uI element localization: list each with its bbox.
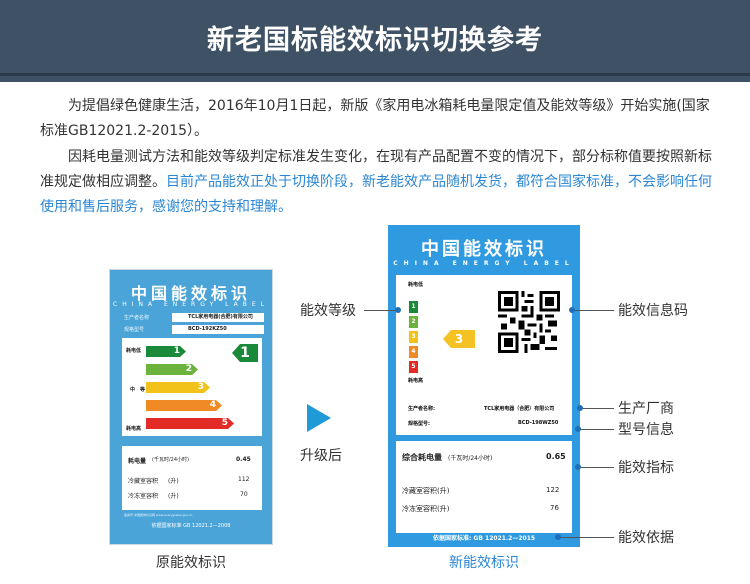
- new-manufacturer-val: TCL家用电器（合肥）有限公司: [484, 406, 555, 412]
- old-grade-bar-5: 5: [146, 418, 234, 429]
- callout-basis-line: [558, 537, 614, 538]
- new-label-caption: 新能效标识: [449, 555, 519, 571]
- explanation-paragraph: 因耗电量测试方法和能效等级判定标准发生变化，在现有产品配置不变的情况下，部分标称…: [40, 145, 712, 220]
- new-current-grade: 3: [443, 330, 475, 348]
- new-metric-box: 综合耗电量 (千瓦时/24小时) 0.65 冷藏室容积(升) 122 冷冻室容积…: [396, 441, 572, 533]
- old-energy-label: 中国能效标识 CHINA ENERGY LABEL 生产者名称 TCL家用电器(…: [109, 269, 273, 545]
- intro-paragraph: 为提倡绿色健康生活，2016年10月1日起，新版《家用电冰箱耗电量限定值及能效等…: [40, 94, 712, 144]
- callout-metrics-line: [578, 467, 614, 468]
- old-grade-box: 耗电低 中 等 耗电高 1 2 3 4 5 1: [122, 338, 262, 436]
- new-grade-seg-2: 2: [409, 316, 418, 328]
- new-model-key: 规格型号:: [408, 421, 430, 427]
- new-model-val: BCD-198WZ50: [518, 420, 559, 426]
- old-manufacturer-key: 生产者名称: [124, 315, 150, 321]
- new-label-subtitle: CHINA ENERGY LABEL: [393, 260, 575, 267]
- old-manufacturer-val: TCL家用电器(合肥)有限公司: [172, 313, 264, 322]
- intro-text: 为提倡绿色健康生活，2016年10月1日起，新版《家用电冰箱耗电量限定值及能效等…: [40, 98, 710, 139]
- upgrade-label: 升级后: [300, 448, 342, 464]
- old-fridge-unit: (升): [168, 478, 179, 485]
- old-low-label: 耗电低: [126, 348, 142, 354]
- callout-manufacturer-dot: [577, 405, 583, 411]
- callout-qr-dot: [569, 307, 575, 313]
- old-freezer-val: 70: [240, 491, 248, 498]
- old-mid-label: 中 等: [130, 387, 146, 393]
- old-label-caption: 原能效标识: [156, 555, 226, 571]
- old-freezer-unit: (升): [168, 493, 179, 500]
- old-metric-box: 耗电量 (千瓦时/24小时) 0.45 冷藏室容积 (升) 112 冷冻室容积 …: [122, 446, 262, 510]
- new-consumption-label: 综合耗电量: [402, 453, 442, 462]
- callout-qr-line: [572, 310, 614, 311]
- old-grade-bar-1: 1: [146, 346, 186, 357]
- old-label-footer: 依据国家标准 GB 12021.2—2008: [151, 523, 231, 529]
- old-consumption-val: 0.45: [236, 456, 251, 463]
- new-label-title: 中国能效标识: [421, 239, 547, 260]
- callout-metrics-dot: [575, 464, 581, 470]
- new-grade-seg-3: 3: [409, 331, 418, 343]
- old-small-text: 备案号 中国能效标识网 www.energylabel.gov.cn: [124, 513, 193, 517]
- new-high-label: 耗电高: [408, 378, 424, 384]
- callout-grade: 能效等级: [300, 303, 356, 319]
- old-grade-bar-4: 4: [146, 400, 222, 411]
- qr-code-icon: [498, 291, 560, 353]
- old-fridge-label: 冷藏室容积: [128, 478, 159, 485]
- callout-grade-dot: [395, 307, 401, 313]
- old-current-grade: 1: [232, 344, 258, 362]
- header-banner: 新老国标能效标识切换参考: [0, 0, 750, 82]
- new-top-box: 耗电低 1 2 3 4 5 耗电高 3 生产者名称: TCL家用电器（合肥）有限…: [396, 275, 572, 435]
- callout-model-dot: [575, 426, 581, 432]
- new-fridge-label: 冷藏室容积(升): [402, 487, 450, 495]
- callout-model-line: [578, 429, 614, 430]
- callout-manufacturer: 生产厂商: [618, 401, 674, 417]
- old-consumption-label: 耗电量: [128, 458, 147, 465]
- new-grade-seg-5: 5: [409, 361, 418, 373]
- callout-grade-line: [364, 310, 398, 311]
- old-freezer-label: 冷冻室容积: [128, 493, 159, 500]
- callout-qr: 能效信息码: [618, 303, 688, 319]
- new-consumption-unit: (千瓦时/24小时): [448, 455, 493, 462]
- old-grade-bar-2: 2: [146, 364, 198, 375]
- callout-basis-dot: [555, 534, 561, 540]
- callout-basis: 能效依据: [618, 530, 674, 546]
- new-freezer-label: 冷冻室容积(升): [402, 505, 450, 513]
- new-consumption-val: 0.65: [546, 452, 566, 461]
- arrow-right-icon: [307, 404, 331, 432]
- old-model-key: 规格型号: [124, 327, 145, 333]
- callout-model: 型号信息: [618, 422, 674, 438]
- new-fridge-val: 122: [546, 486, 560, 494]
- old-grade-bar-3: 3: [146, 382, 210, 393]
- old-fridge-val: 112: [238, 476, 250, 483]
- banner-stripe: [0, 73, 750, 76]
- page-title: 新老国标能效标识切换参考: [207, 25, 543, 56]
- callout-manufacturer-line: [580, 408, 614, 409]
- old-consumption-unit: (千瓦时/24小时): [152, 457, 189, 463]
- new-label-footer: 依据国家标准: GB 12021.2—2015: [432, 535, 536, 542]
- new-energy-label: 中国能效标识 CHINA ENERGY LABEL 耗电低 1 2 3 4 5 …: [388, 225, 580, 547]
- new-manufacturer-key: 生产者名称:: [408, 406, 436, 412]
- new-low-label: 耗电低: [408, 282, 424, 288]
- old-high-label: 耗电高: [126, 426, 142, 432]
- new-freezer-val: 76: [550, 504, 559, 512]
- old-label-subtitle: CHINA ENERGY LABEL: [113, 301, 269, 308]
- old-model-val: BCD-192KZ50: [172, 325, 264, 334]
- new-grade-seg-4: 4: [409, 346, 418, 358]
- new-grade-seg-1: 1: [409, 301, 418, 313]
- callout-metrics: 能效指标: [618, 460, 674, 476]
